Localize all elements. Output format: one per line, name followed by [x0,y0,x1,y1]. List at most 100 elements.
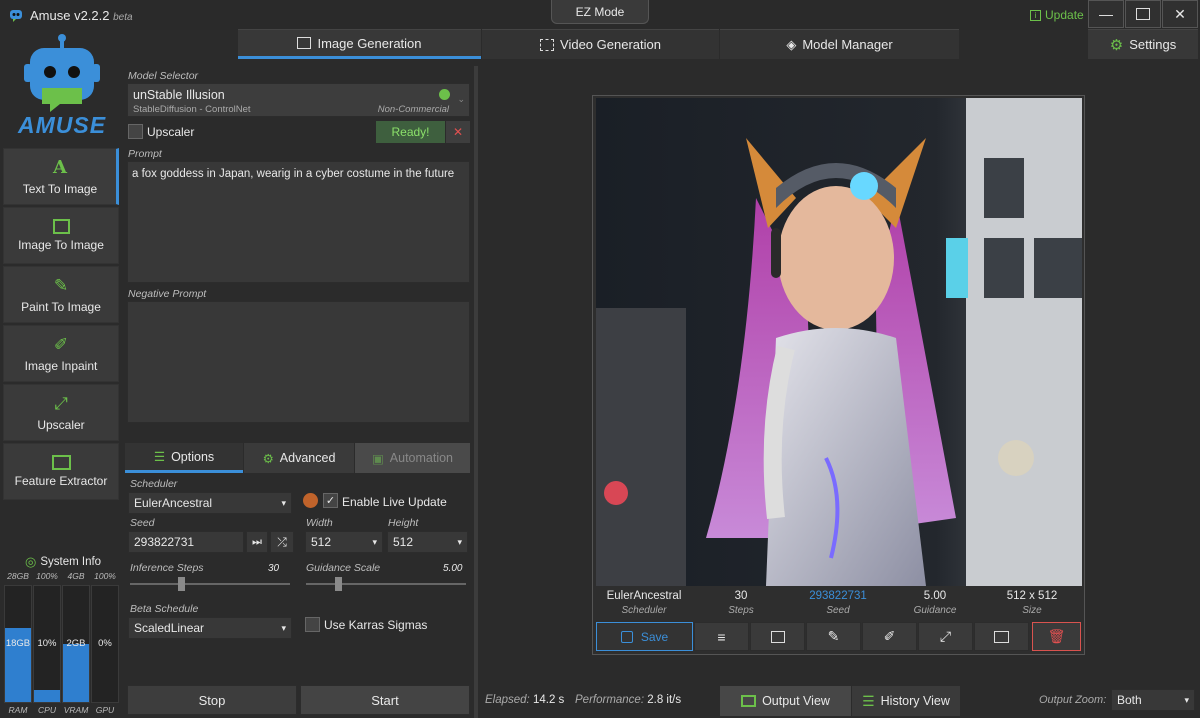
brush-icon: ✎ [53,275,69,295]
sysinfo-cpu-bar: 10% [33,585,61,703]
tab-automation[interactable]: ▣ Automation [355,443,470,473]
close-button[interactable]: ✕ [1162,0,1198,28]
seed-lock-button[interactable]: ⏭ [246,531,268,553]
output-view-button[interactable]: Output View [720,686,851,716]
app-icon [8,7,24,23]
send-to-upscaler-button[interactable]: ⤢ [918,622,973,651]
chevron-down-icon: ⌄ [457,94,465,104]
zoom-label: Output Zoom: [1039,694,1107,706]
sysinfo-vram-value: 2GB [66,638,86,649]
sysinfo-vram-bar: 2GB [62,585,90,703]
performance-info: Performance: 2.8 it/s [575,694,682,706]
ready-status: Ready! [376,121,445,143]
license-label: Non-Commercial [377,104,449,115]
copy-prompt-button[interactable]: ≡ [694,622,749,651]
zoom-select[interactable]: Both ▾ [1111,689,1195,711]
chevron-down-icon: ▾ [1184,694,1189,705]
tab-model-manager[interactable]: ◈ Model Manager [720,29,959,59]
shuffle-icon: ⤮ [277,534,287,549]
send-to-paint-button[interactable]: ✎ [806,622,861,651]
delete-button[interactable]: 🗑 [1032,622,1081,651]
seed-input[interactable]: 293822731 [128,531,244,553]
seed-random-button[interactable]: ⤮ [270,531,294,553]
model-selector[interactable]: unStable Illusion StableDiffusion - Cont… [127,83,470,117]
height-select[interactable]: 512 ▾ [387,531,468,553]
save-icon [620,630,633,643]
sysinfo-cpu-fill [34,690,60,702]
karras-checkbox[interactable] [305,617,320,632]
send-to-inpaint-button[interactable]: ✐ [862,622,917,651]
stat-size: 512 x 512 Size [1006,590,1058,616]
image-icon [297,37,312,49]
elapsed-info: Elapsed: 14.2 s [485,694,565,706]
sidebar-item-upscaler[interactable]: ⤢ Upscaler [3,384,119,441]
skip-icon: ⏭ [252,535,262,548]
live-indicator [303,493,318,508]
minimize-button[interactable]: — [1088,0,1124,28]
stat-guidance: 5.00 Guidance [913,590,957,616]
upscaler-checkbox[interactable] [128,124,143,139]
sidebar-item-image-inpaint[interactable]: ✐ Image Inpaint [3,325,119,382]
layers-icon: ◈ [786,36,797,52]
model-selector-label: Model Selector [128,70,199,82]
history-view-button[interactable]: ☰ History View [852,686,960,716]
live-update-checkbox[interactable]: ✓ [323,493,338,508]
scheduler-select[interactable]: EulerAncestral ▾ [128,492,292,514]
width-select[interactable]: 512 ▾ [305,531,383,553]
logo-text: AMUSE [18,112,107,138]
title-bar: Amuse v2.2.2 beta EZ Mode i Update — ✕ [0,0,1200,30]
panel-splitter[interactable] [474,66,478,718]
steps-slider[interactable] [130,577,290,591]
beta-label: beta [113,12,133,23]
check-icon: ✓ [325,495,336,507]
start-button[interactable]: Start [300,685,470,715]
update-link[interactable]: i Update [1030,8,1084,22]
settings-button[interactable]: ⚙ Settings [1088,29,1198,59]
close-icon: ✕ [452,125,464,139]
sysinfo-cpu-max: 100% [36,571,58,581]
monitor-icon [741,695,757,707]
expand-icon: ⤢ [54,393,68,413]
gauge-icon: ◎ [25,554,37,569]
send-to-image-button[interactable] [750,622,805,651]
gears-icon: ⚙ [262,451,274,466]
prompt-input[interactable]: a fox goddess in Japan, wearig in a cybe… [127,161,470,283]
ez-mode-button[interactable]: EZ Mode [551,0,649,24]
sysinfo-cpu-label: CPU [38,705,56,715]
steps-slider-thumb[interactable] [178,577,185,591]
negative-prompt-input[interactable] [127,301,470,423]
sidebar-item-image-to-image[interactable]: Image To Image [3,207,119,264]
sidebar-item-text-to-image[interactable]: A Text To Image [3,148,119,205]
stop-button[interactable]: Stop [127,685,297,715]
edit-icon: ✐ [883,628,896,644]
scheduler-label: Scheduler [130,478,178,490]
sidebar-item-paint-to-image[interactable]: ✎ Paint To Image [3,266,119,323]
sysinfo-gpu-bar: 0% [91,585,119,703]
tab-advanced[interactable]: ⚙ Advanced [244,443,354,473]
tab-image-generation[interactable]: Image Generation [238,29,481,59]
beta-schedule-select[interactable]: ScaledLinear ▾ [128,617,292,639]
sysinfo-vram-label: VRAM [63,705,89,715]
model-subtitle: StableDiffusion - ControlNet [133,104,251,115]
text-lines-icon: ≡ [717,628,726,645]
unload-button[interactable]: ✕ [446,121,470,143]
sysinfo-gpu-max: 100% [94,571,116,581]
sysinfo-ram-max: 28GB [7,571,29,581]
steps-label: Inference Steps [130,562,204,574]
amuse-logo: AMUSE [18,32,107,138]
stat-seed[interactable]: 293822731 Seed [790,590,886,616]
negative-prompt-label: Negative Prompt [128,288,207,300]
save-button[interactable]: Save [596,622,693,651]
app-title: Amuse v2.2.2 [30,8,110,23]
trash-icon: 🗑 [1047,628,1066,644]
guidance-slider[interactable] [306,577,466,591]
send-to-feature-button[interactable] [974,622,1029,651]
sysinfo-ram-label: RAM [8,705,28,715]
maximize-button[interactable] [1125,0,1161,28]
sysinfo-gpu-label: GPU [95,705,115,715]
guidance-value: 5.00 [443,563,463,574]
tab-options[interactable]: ☰ Options [125,443,243,473]
sidebar-item-feature-extractor[interactable]: Feature Extractor [3,443,119,500]
tab-video-generation[interactable]: Video Generation [482,29,719,59]
guidance-slider-thumb[interactable] [335,577,342,591]
